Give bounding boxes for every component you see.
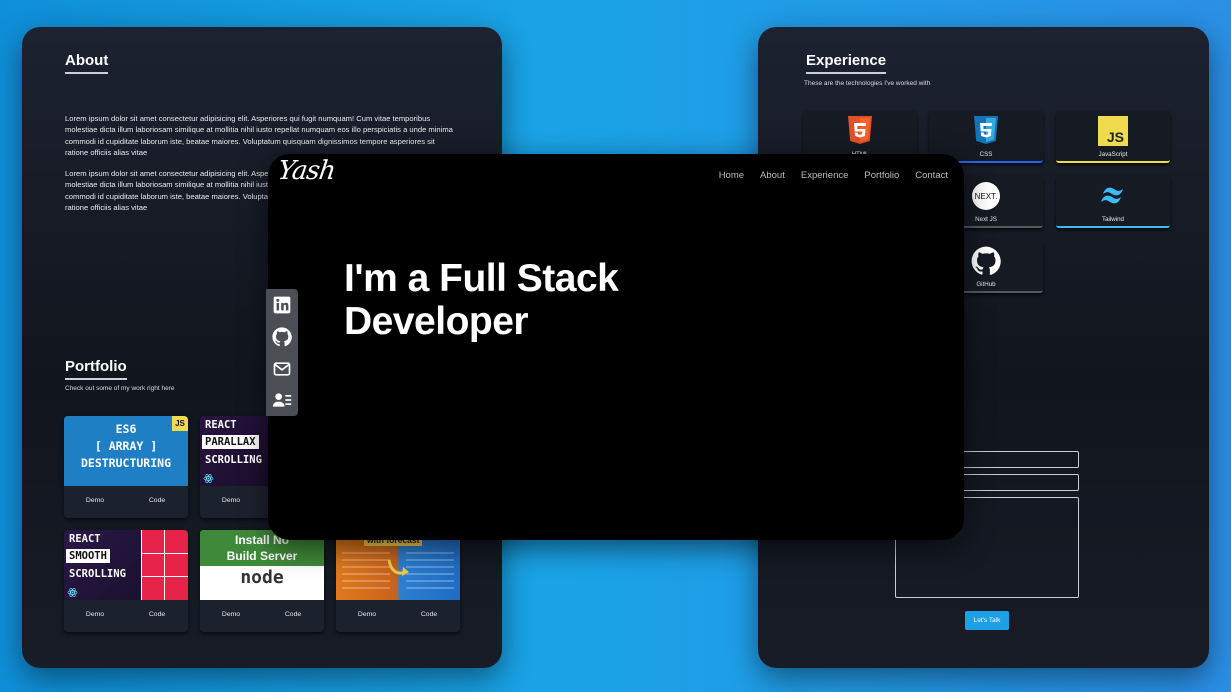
css3-icon: [974, 116, 998, 144]
html5-icon: [848, 116, 872, 144]
headline-line-2: Developer: [344, 300, 529, 343]
project-title-line: SMOOTH: [66, 549, 110, 563]
project-card: REACT SMOOTH SCROLLING Demo Code: [64, 530, 188, 632]
github-icon[interactable]: [272, 327, 292, 347]
project-card: Install No Build Server node Demo Code: [200, 530, 324, 632]
arrow-icon: [387, 559, 409, 576]
code-link[interactable]: Code: [262, 611, 324, 618]
headline-line-1: I'm a Full Stack: [344, 257, 619, 300]
project-title-line: REACT: [205, 419, 237, 431]
project-card: with forecast Demo Code: [336, 530, 460, 632]
demo-link[interactable]: Demo: [200, 497, 262, 504]
demo-link[interactable]: Demo: [200, 611, 262, 618]
portfolio-title: Portfolio: [65, 358, 127, 380]
code-link[interactable]: Code: [126, 611, 188, 618]
project-title-line: DESTRUCTURING: [80, 456, 171, 470]
project-title-line: SCROLLING: [205, 454, 262, 466]
experience-subtitle: These are the technologies I've worked w…: [804, 80, 931, 87]
demo-link[interactable]: Demo: [64, 611, 126, 618]
nav-contact[interactable]: Contact: [915, 170, 948, 181]
hero-window: Yash Home About Experience Portfolio Con…: [268, 154, 964, 540]
demo-link[interactable]: Demo: [64, 497, 126, 504]
project-thumbnail[interactable]: REACT SMOOTH SCROLLING: [64, 530, 188, 600]
lets-talk-button[interactable]: Let's Talk: [965, 611, 1009, 630]
mail-icon[interactable]: [272, 359, 292, 379]
project-title-line: Build Server: [226, 549, 298, 563]
nav-home[interactable]: Home: [719, 170, 744, 181]
tech-label: JavaScript: [1098, 151, 1128, 158]
site-logo[interactable]: Yash: [276, 156, 337, 186]
react-icon: [203, 474, 214, 483]
tech-card-tailwind: Tailwind: [1056, 176, 1170, 228]
nav-experience[interactable]: Experience: [801, 170, 849, 181]
hero-headline: I'm a Full Stack Developer: [344, 257, 619, 343]
tech-label: Tailwind: [1101, 216, 1124, 223]
project-title-line: ES6: [115, 422, 137, 436]
react-icon: [67, 588, 78, 597]
github-icon: [971, 246, 1001, 275]
project-thumbnail[interactable]: Install No Build Server node: [200, 530, 324, 600]
about-paragraph-1: Lorem ipsum dolor sit amet consectetur a…: [65, 114, 453, 158]
svg-text:JS: JS: [1107, 129, 1124, 145]
project-title-line: PARALLAX: [202, 435, 259, 449]
node-logo: node: [240, 567, 284, 588]
project-thumbnail[interactable]: with forecast: [336, 530, 460, 600]
javascript-icon: JS: [1098, 116, 1128, 146]
about-title: About: [65, 52, 109, 74]
nav-portfolio[interactable]: Portfolio: [864, 170, 899, 181]
tech-card-javascript: JS JavaScript: [1056, 111, 1170, 163]
social-sidebar: [266, 289, 298, 416]
code-link[interactable]: Code: [126, 497, 188, 504]
main-nav: Home About Experience Portfolio Contact: [719, 170, 948, 181]
code-link[interactable]: Code: [398, 611, 460, 618]
portfolio-subtitle: Check out some of my work right here: [65, 385, 175, 392]
contact-card-icon[interactable]: [272, 390, 292, 410]
linkedin-icon[interactable]: [272, 295, 292, 315]
project-card: JS ES6 [ ARRAY ] DESTRUCTURING Demo Code: [64, 416, 188, 518]
experience-title: Experience: [806, 52, 887, 74]
project-thumbnail[interactable]: JS ES6 [ ARRAY ] DESTRUCTURING: [64, 416, 188, 486]
nextjs-icon: NEXT.: [972, 182, 1000, 210]
tailwind-icon: [1101, 187, 1123, 204]
project-title-line: [ ARRAY ]: [94, 439, 158, 453]
svg-text:NEXT.: NEXT.: [975, 192, 998, 201]
project-title-line: REACT: [69, 533, 101, 545]
project-title-line: SCROLLING: [69, 568, 126, 580]
nav-about[interactable]: About: [760, 170, 785, 181]
demo-link[interactable]: Demo: [336, 611, 398, 618]
